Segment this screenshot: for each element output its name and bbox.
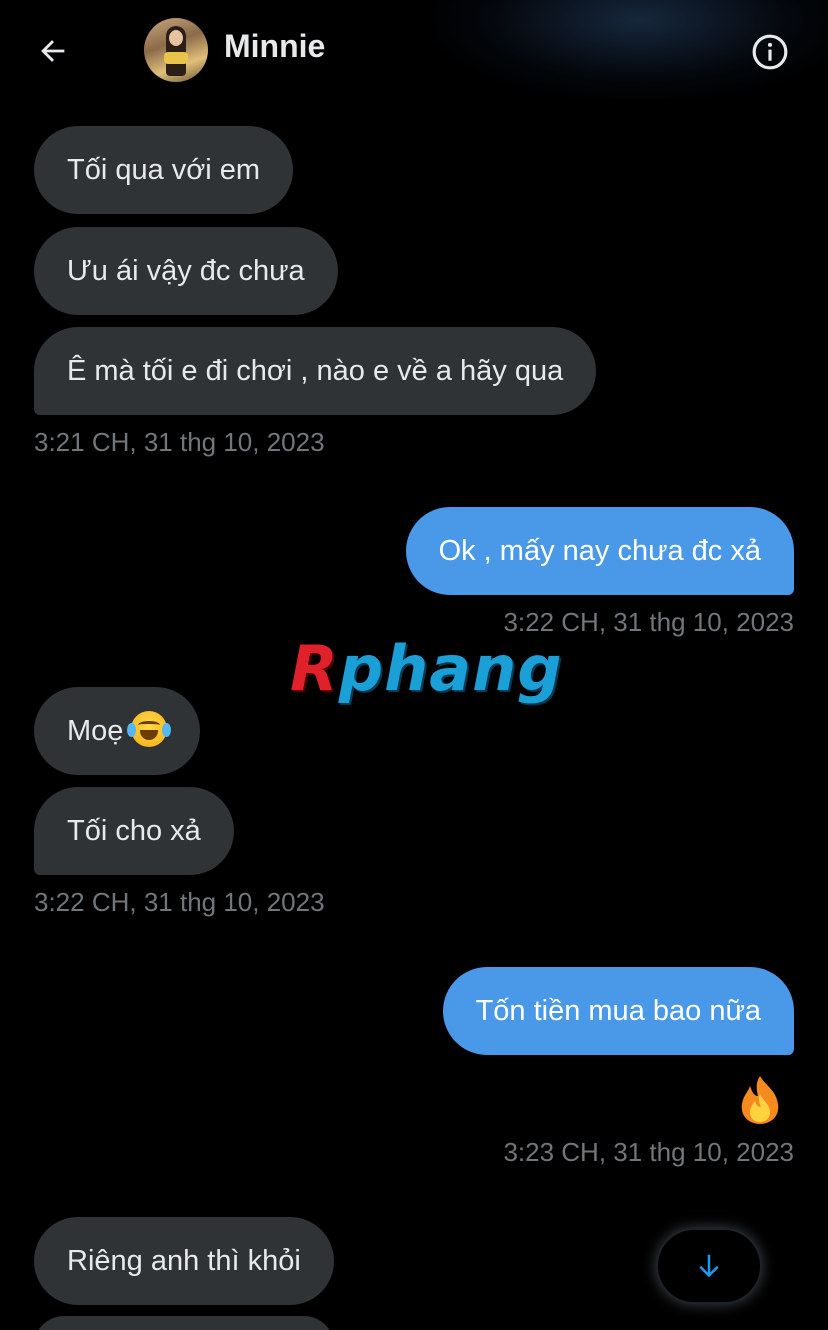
avatar[interactable]: [144, 18, 208, 82]
message-timestamp: 3:23 CH, 31 thg 10, 2023: [503, 1137, 794, 1167]
message-bubble-incoming[interactable]: Tối cho xả: [34, 787, 234, 875]
message-bubble-incoming[interactable]: Tối qua với em: [34, 126, 294, 214]
fire-icon: [741, 1076, 779, 1124]
message-text: Ưu ái vậy đc chưa: [67, 255, 305, 287]
message-text: Tốn tiền mua bao nữa: [475, 995, 761, 1027]
info-button[interactable]: [748, 30, 792, 74]
message-bubble-incoming[interactable]: Moẹ: [34, 687, 201, 775]
message-bubble-outgoing[interactable]: Ok , mấy nay chưa đc xả: [405, 507, 794, 595]
arrow-left-icon: [41, 40, 65, 62]
avatar-shirt: [164, 52, 188, 64]
message-text: Tối cho xả: [67, 815, 201, 847]
arrow-down-icon: [699, 1254, 719, 1278]
scroll-to-bottom-button[interactable]: [656, 1228, 762, 1304]
message-text: Riêng anh thì khỏi: [67, 1245, 301, 1277]
fire-reaction-icon[interactable]: [736, 1074, 784, 1126]
message-timestamp: 3:21 CH, 31 thg 10, 2023: [34, 427, 325, 457]
contact-name[interactable]: Minnie: [224, 28, 325, 65]
tears-of-joy-emoji-icon: [127, 711, 172, 748]
watermark-letter-r: R: [290, 632, 339, 705]
message-bubble-outgoing[interactable]: Tốn tiền mua bao nữa: [442, 967, 794, 1055]
message-bubble-incoming[interactable]: Ê mà tối e đi chơi , nào e về a hãy qua: [34, 327, 597, 415]
message-text: Ok , mấy nay chưa đc xả: [438, 535, 761, 567]
back-button[interactable]: [30, 28, 76, 74]
watermark-rest: phang: [338, 632, 563, 705]
info-circle-icon: [752, 34, 788, 70]
message-bubble-incoming[interactable]: Ưu ái vậy đc chưa: [34, 227, 338, 315]
watermark-logo: Rphang: [290, 632, 563, 705]
message-text: Ê mà tối e đi chơi , nào e về a hãy qua: [67, 355, 564, 387]
message-bubble-incoming[interactable]: Riêng anh thì khỏi: [34, 1217, 334, 1305]
avatar-face: [169, 30, 183, 46]
message-bubble-incoming-partial[interactable]: [34, 1316, 334, 1330]
message-text: Moẹ: [67, 715, 124, 747]
message-text: Tối qua với em: [67, 154, 261, 186]
message-timestamp: 3:22 CH, 31 thg 10, 2023: [34, 887, 325, 917]
dm-conversation-screen: Minnie Tối qua với em Ưu ái vậy đc chưa …: [0, 0, 828, 1330]
